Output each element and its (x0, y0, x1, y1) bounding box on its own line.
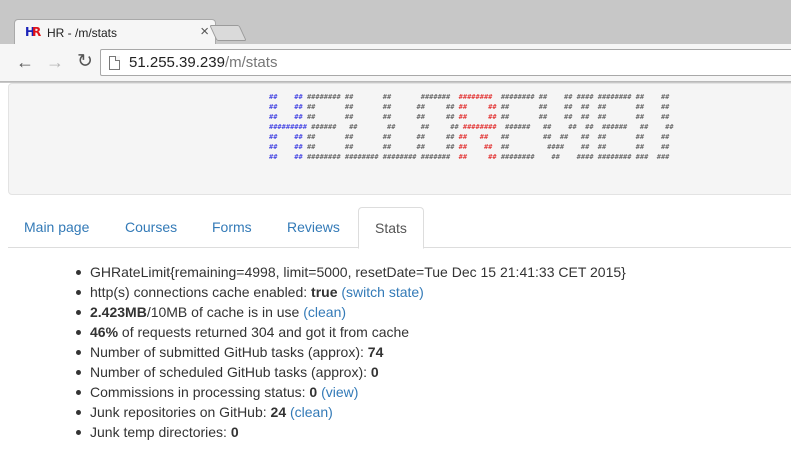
ascii-row: ## ## ######## ######## ######## #######… (269, 152, 674, 162)
rate-limit-text: GHRateLimit{remaining=4998, limit=5000, … (90, 264, 626, 280)
ascii-segment: ## ## (269, 143, 307, 151)
ascii-segment: ## ## (458, 133, 501, 141)
close-icon[interactable]: × (200, 23, 209, 41)
tab-title: HR - /m/stats (47, 26, 118, 40)
ascii-segment: ## ## ## ## ## ## ## (500, 113, 670, 121)
submitted-label: Number of submitted GitHub tasks (approx… (90, 344, 368, 360)
ascii-segment: ## ## ## ## ## (306, 133, 459, 141)
junk-temp-value: 0 (230, 424, 239, 440)
ascii-row: ######### ###### ## ## ## ## ######## ##… (269, 122, 674, 132)
browser-tab[interactable]: HR HR - /m/stats × (14, 19, 216, 45)
ascii-row: ## ## ## ## ## ## ## ## ## ## #### ## ##… (269, 142, 674, 152)
submitted-value: 74 (367, 344, 384, 360)
ascii-segment: ## ## (458, 143, 501, 151)
url-path: /m/stats (224, 54, 278, 71)
tab-strip: HR HR - /m/stats × (0, 0, 791, 45)
requests-text: of requests returned 304 and got it from… (118, 324, 410, 340)
ascii-segment: ## ## (269, 93, 307, 101)
commissions-label: Commissions in processing status: (90, 384, 310, 400)
list-item: 2.423MB/10MB of cache is in use (clean) (58, 302, 791, 322)
list-item: 46% of requests returned 304 and got it … (58, 322, 791, 342)
nav-tabs: Main page Courses Forms Reviews Stats (8, 207, 791, 249)
ascii-segment: ## ## ## ## ## (306, 113, 459, 121)
ascii-segment: ## #### ## ## ## ## (500, 143, 670, 151)
ascii-row: ## ## ######## ## ## ####### ######## ##… (269, 92, 674, 102)
list-item: GHRateLimit{remaining=4998, limit=5000, … (58, 262, 791, 282)
tab-stats[interactable]: Stats (358, 207, 424, 249)
stats-list: GHRateLimit{remaining=4998, limit=5000, … (58, 262, 791, 442)
tab-reviews[interactable]: Reviews (271, 207, 356, 248)
ascii-segment: ## ## (269, 113, 307, 121)
list-item: Number of submitted GitHub tasks (approx… (58, 342, 791, 362)
clean-cache-link[interactable]: (clean) (303, 304, 346, 320)
ascii-row: ## ## ## ## ## ## ## ## ## ## ## ## ## #… (269, 132, 674, 142)
page-icon (109, 56, 120, 70)
list-item: Number of scheduled GitHub tasks (approx… (58, 362, 791, 382)
junk-repos-label: Junk repositories on GitHub: (90, 404, 271, 420)
scheduled-value: 0 (370, 364, 379, 380)
ascii-segment: ######## ## ## ####### (306, 93, 459, 101)
view-commissions-link[interactable]: (view) (321, 384, 358, 400)
ascii-segment: ## ## (269, 153, 307, 161)
ascii-row: ## ## ## ## ## ## ## ## ## ## ## ## ## #… (269, 102, 674, 112)
back-arrow-icon[interactable]: ← (14, 52, 36, 72)
switch-state-link[interactable]: (switch state) (341, 284, 423, 300)
ascii-segment: ## ## ## ## ## (306, 103, 459, 111)
browser-chrome: HR HR - /m/stats × ← → ↻ 51.255.39.239/m… (0, 0, 791, 83)
url-host: 51.255.39.239 (129, 54, 225, 71)
ascii-segment: ######## ######## ######## ####### (306, 153, 459, 161)
hr-favicon-icon: HR (25, 25, 42, 39)
ascii-banner: ## ## ######## ## ## ####### ######## ##… (8, 83, 791, 195)
ascii-row: ## ## ## ## ## ## ## ## ## ## ## ## ## #… (269, 112, 674, 122)
ascii-segment: ###### ## ## ## ## (311, 123, 463, 131)
ascii-segment: ######### (269, 123, 312, 131)
ascii-segment: ######## ## #### ######## ### ### (500, 153, 670, 161)
forward-arrow-icon[interactable]: → (44, 52, 66, 72)
tab-courses[interactable]: Courses (109, 207, 193, 248)
scheduled-label: Number of scheduled GitHub tasks (approx… (90, 364, 371, 380)
cache-label: http(s) connections cache enabled: (90, 284, 312, 300)
ascii-segment: ## ## ## ## ## ## ## (500, 103, 670, 111)
list-item: http(s) connections cache enabled: true … (58, 282, 791, 302)
cache-used-value: 2.423MB (90, 304, 147, 320)
tab-forms[interactable]: Forms (196, 207, 268, 248)
ascii-segment: ## ## ## ## ## (306, 143, 459, 151)
cache-value: true (311, 284, 338, 300)
ascii-segment: ###### ## ## ## ###### ## ## (505, 123, 674, 131)
ascii-segment: ## ## ## ## ## ## ## (500, 133, 670, 141)
list-item: Junk repositories on GitHub: 24 (clean) (58, 402, 791, 422)
tab-main-page[interactable]: Main page (8, 207, 105, 248)
browser-toolbar: ← → ↻ 51.255.39.239/m/stats (0, 44, 791, 82)
clean-junk-repos-link[interactable]: (clean) (290, 404, 333, 420)
ascii-segment: ## ## (458, 103, 501, 111)
ascii-segment: ## ## (269, 103, 307, 111)
junk-temp-label: Junk temp directories: (90, 424, 231, 440)
ascii-segment: ## ## (269, 133, 307, 141)
ascii-segment: ######## ## ## #### ######## ## ## (500, 93, 670, 101)
url-text: 51.255.39.239/m/stats (129, 54, 277, 71)
address-bar[interactable]: 51.255.39.239/m/stats (100, 49, 791, 76)
requests-value: 46% (90, 324, 119, 340)
ascii-segment: ######## (462, 123, 506, 131)
ascii-segment: ## ## (458, 113, 501, 121)
cache-used-text: /10MB of cache is in use (146, 304, 304, 320)
commissions-value: 0 (309, 384, 318, 400)
junk-repos-value: 24 (270, 404, 287, 420)
list-item: Commissions in processing status: 0 (vie… (58, 382, 791, 402)
ascii-segment: ######## (458, 93, 501, 101)
new-tab-button[interactable] (209, 25, 247, 41)
ascii-logo: ## ## ######## ## ## ####### ######## ##… (269, 92, 674, 162)
ascii-segment: ## ## (458, 153, 501, 161)
list-item: Junk temp directories: 0 (58, 422, 791, 442)
reload-icon[interactable]: ↻ (74, 52, 96, 72)
